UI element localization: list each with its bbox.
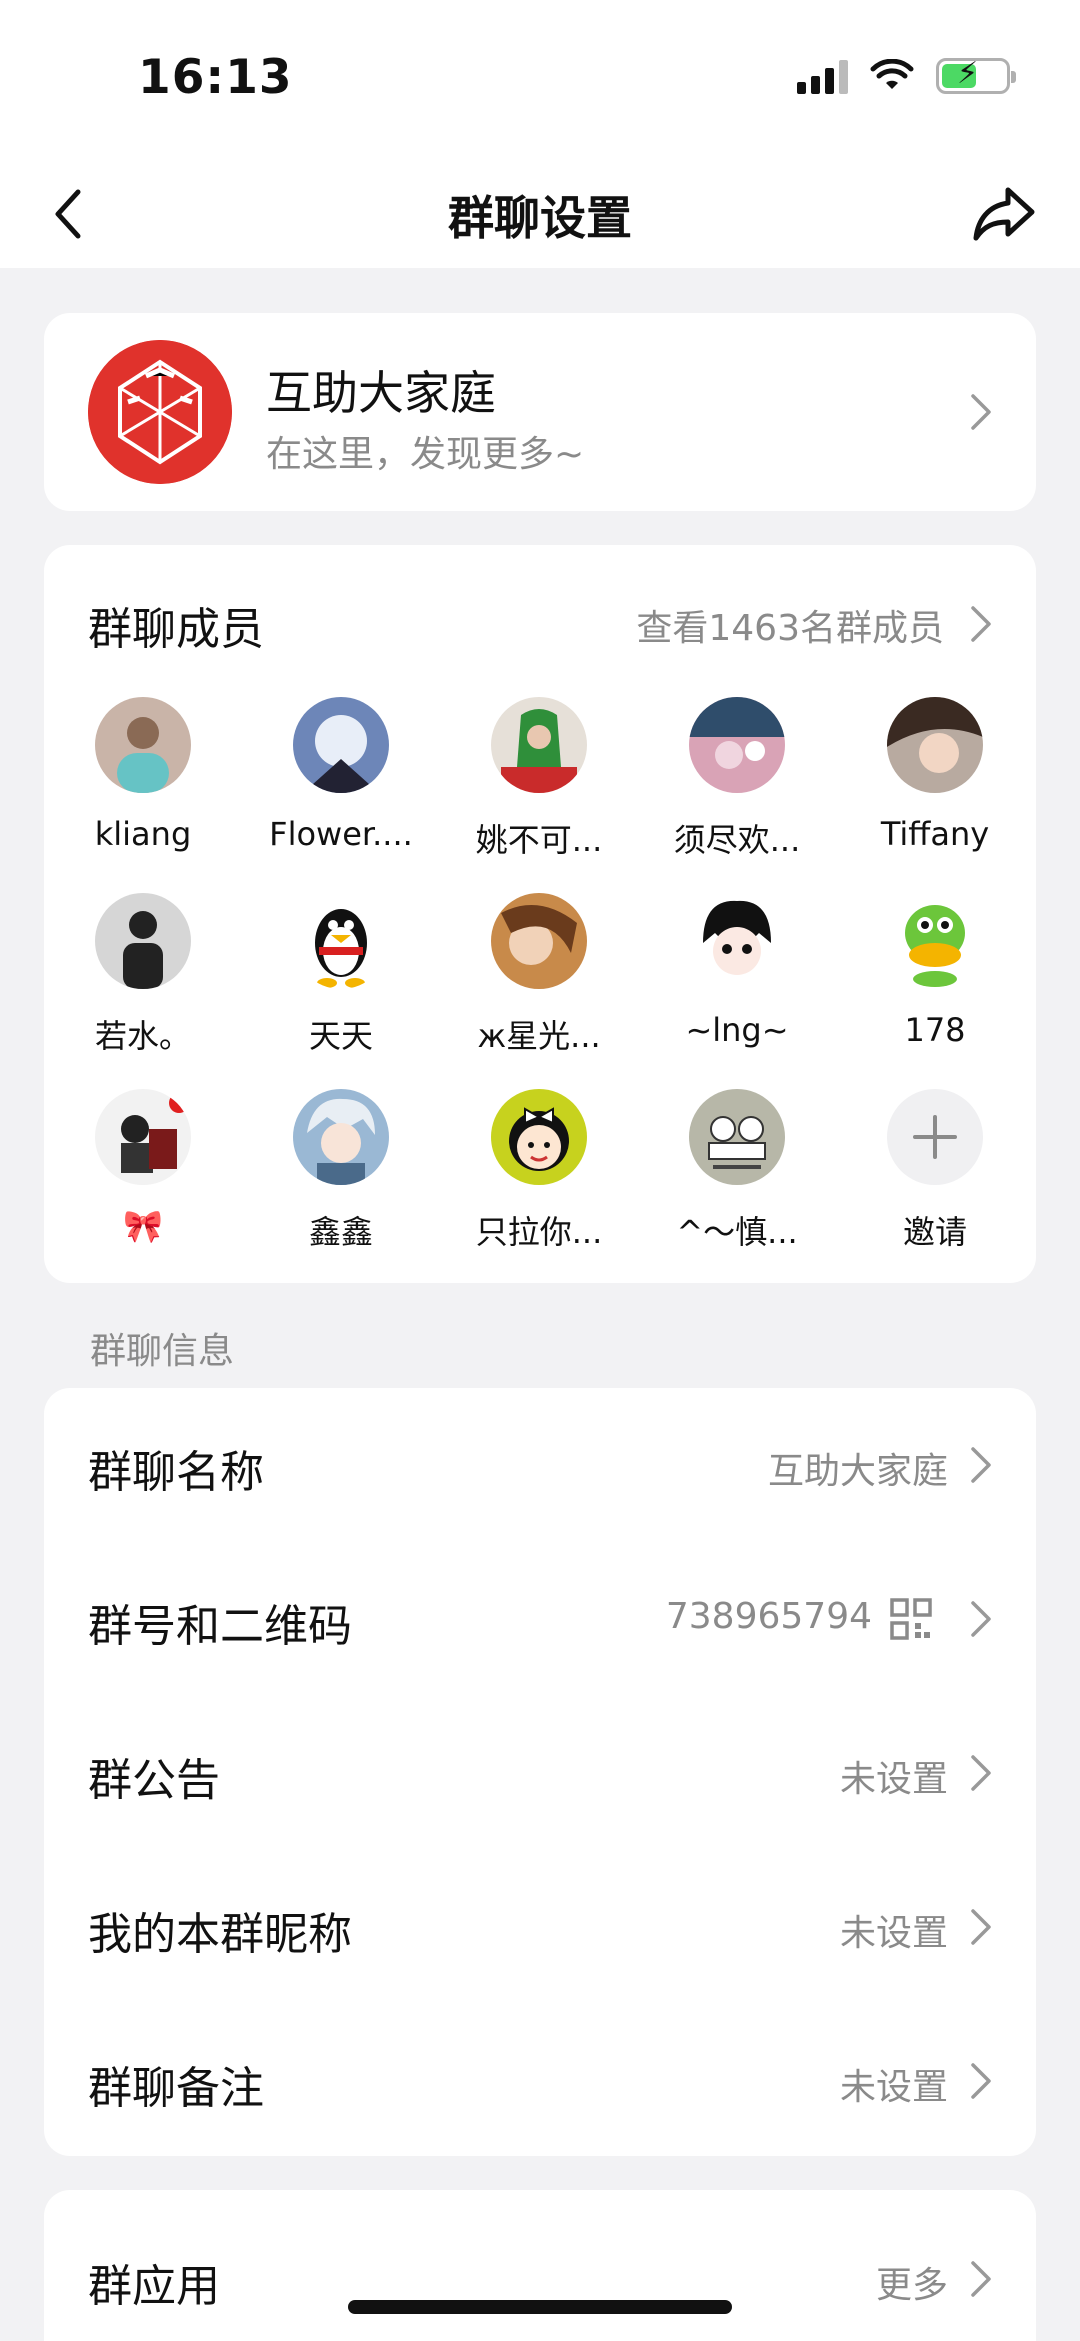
row-label: 群号和二维码 [88, 1601, 352, 1652]
member-name: 🎀 [123, 1207, 163, 1245]
group-profile-card[interactable]: 互助大家庭 在这里，发现更多~ [44, 313, 1036, 511]
avatar [491, 1089, 587, 1185]
chevron-right-icon [971, 394, 991, 430]
row-group-remark[interactable]: 群聊备注 未设置 [44, 2004, 1036, 2158]
avatar [95, 697, 191, 793]
share-arrow-icon[interactable] [968, 178, 1040, 250]
member-item[interactable]: 178 [836, 893, 1034, 1049]
avatar [95, 1089, 191, 1185]
battery-icon: ⚡ [936, 58, 1016, 94]
member-name: 178 [904, 1011, 966, 1049]
member-name: ж星光... [477, 1017, 601, 1055]
member-name: 只拉你... [475, 1213, 603, 1251]
invite-label: 邀请 [902, 1213, 967, 1251]
row-label: 群公告 [88, 1755, 220, 1806]
chevron-right-icon [971, 1909, 991, 1945]
status-bar: 16:13 ⚡ [0, 0, 1080, 160]
member-item[interactable]: 只拉你... [440, 1089, 638, 1253]
status-icons: ⚡ [797, 58, 1016, 94]
avatar [689, 697, 785, 793]
qr-code-icon [890, 1598, 932, 1640]
group-apps-card[interactable]: 群应用 更多 [44, 2190, 1036, 2341]
group-name: 互助大家庭 [266, 366, 496, 420]
signal-icon [797, 58, 848, 94]
member-item[interactable]: Tiffany [836, 697, 1034, 853]
member-item[interactable]: ^～慎... [638, 1089, 836, 1253]
row-group-name[interactable]: 群聊名称 互助大家庭 [44, 1388, 1036, 1542]
row-label: 群聊名称 [88, 1447, 264, 1498]
member-name: 须尽欢... [673, 821, 801, 859]
nav-bar: 群聊设置 [0, 160, 1080, 268]
row-label: 我的本群昵称 [88, 1909, 352, 1960]
row-group-apps[interactable]: 群应用 更多 [44, 2202, 1036, 2341]
member-name: 姚不可... [475, 821, 603, 859]
members-title: 群聊成员 [88, 604, 264, 655]
row-value: 未设置 [839, 1913, 948, 1954]
avatar [689, 893, 785, 989]
view-all-members-link[interactable]: 查看1463名群成员 [636, 599, 944, 651]
member-item[interactable]: 姚不可... [440, 697, 638, 861]
row-my-nickname[interactable]: 我的本群昵称 未设置 [44, 1850, 1036, 2004]
member-item[interactable]: Flower.... [242, 697, 440, 853]
avatar [887, 697, 983, 793]
more-link[interactable]: 更多 [876, 2256, 948, 2308]
member-name: ~lng~ [685, 1011, 789, 1049]
group-description: 在这里，发现更多~ [266, 434, 585, 475]
page-title: 群聊设置 [448, 191, 632, 245]
group-avatar [88, 340, 232, 484]
members-card: 群聊成员 查看1463名群成员 kliang Flower.... 姚不可...… [44, 545, 1036, 1283]
group-info-card: 群聊名称 互助大家庭 群号和二维码 738965794 群公告 未设置 我的本群… [44, 1388, 1036, 2156]
chevron-right-icon [971, 1755, 991, 1791]
member-item[interactable]: ж星光... [440, 893, 638, 1057]
plus-icon[interactable] [887, 1089, 983, 1185]
member-name: 天天 [308, 1017, 373, 1055]
member-item[interactable]: ~lng~ [638, 893, 836, 1049]
chevron-right-icon [971, 1447, 991, 1483]
row-value: 738965794 [665, 1596, 872, 1637]
member-item[interactable]: kliang [44, 697, 242, 853]
avatar [491, 893, 587, 989]
member-item[interactable]: 天天 [242, 893, 440, 1057]
member-item[interactable]: 🎀 [44, 1089, 242, 1245]
member-name: Flower.... [269, 815, 413, 853]
row-announcement[interactable]: 群公告 未设置 [44, 1696, 1036, 1850]
wifi-icon [870, 59, 914, 89]
row-label: 群应用 [88, 2261, 220, 2312]
section-label: 群聊信息 [90, 1331, 235, 1372]
member-name: kliang [94, 815, 192, 853]
status-time: 16:13 [138, 50, 293, 105]
member-name: 若水。 [94, 1017, 191, 1055]
home-indicator[interactable] [348, 2300, 732, 2314]
member-item[interactable]: 鑫鑫 [242, 1089, 440, 1253]
member-name: Tiffany [880, 815, 990, 853]
avatar [95, 893, 191, 989]
row-value: 未设置 [839, 2067, 948, 2108]
member-name: 鑫鑫 [308, 1213, 373, 1251]
invite-button[interactable]: 邀请 [836, 1089, 1034, 1253]
chevron-right-icon [971, 1601, 991, 1637]
member-item[interactable]: 若水。 [44, 893, 242, 1057]
member-item[interactable]: 须尽欢... [638, 697, 836, 861]
avatar [887, 893, 983, 989]
row-label: 群聊备注 [88, 2063, 264, 2114]
avatar [293, 697, 389, 793]
row-value: 互助大家庭 [767, 1451, 948, 1492]
chevron-right-icon [971, 2261, 991, 2297]
avatar [491, 697, 587, 793]
avatar [293, 1089, 389, 1185]
avatar [689, 1089, 785, 1185]
member-name: ^～慎... [676, 1213, 798, 1251]
chevron-right-icon[interactable] [970, 605, 992, 643]
row-group-number-qr[interactable]: 群号和二维码 738965794 [44, 1542, 1036, 1696]
chevron-right-icon [971, 2063, 991, 2099]
avatar [293, 893, 389, 989]
row-value: 未设置 [839, 1759, 948, 1800]
